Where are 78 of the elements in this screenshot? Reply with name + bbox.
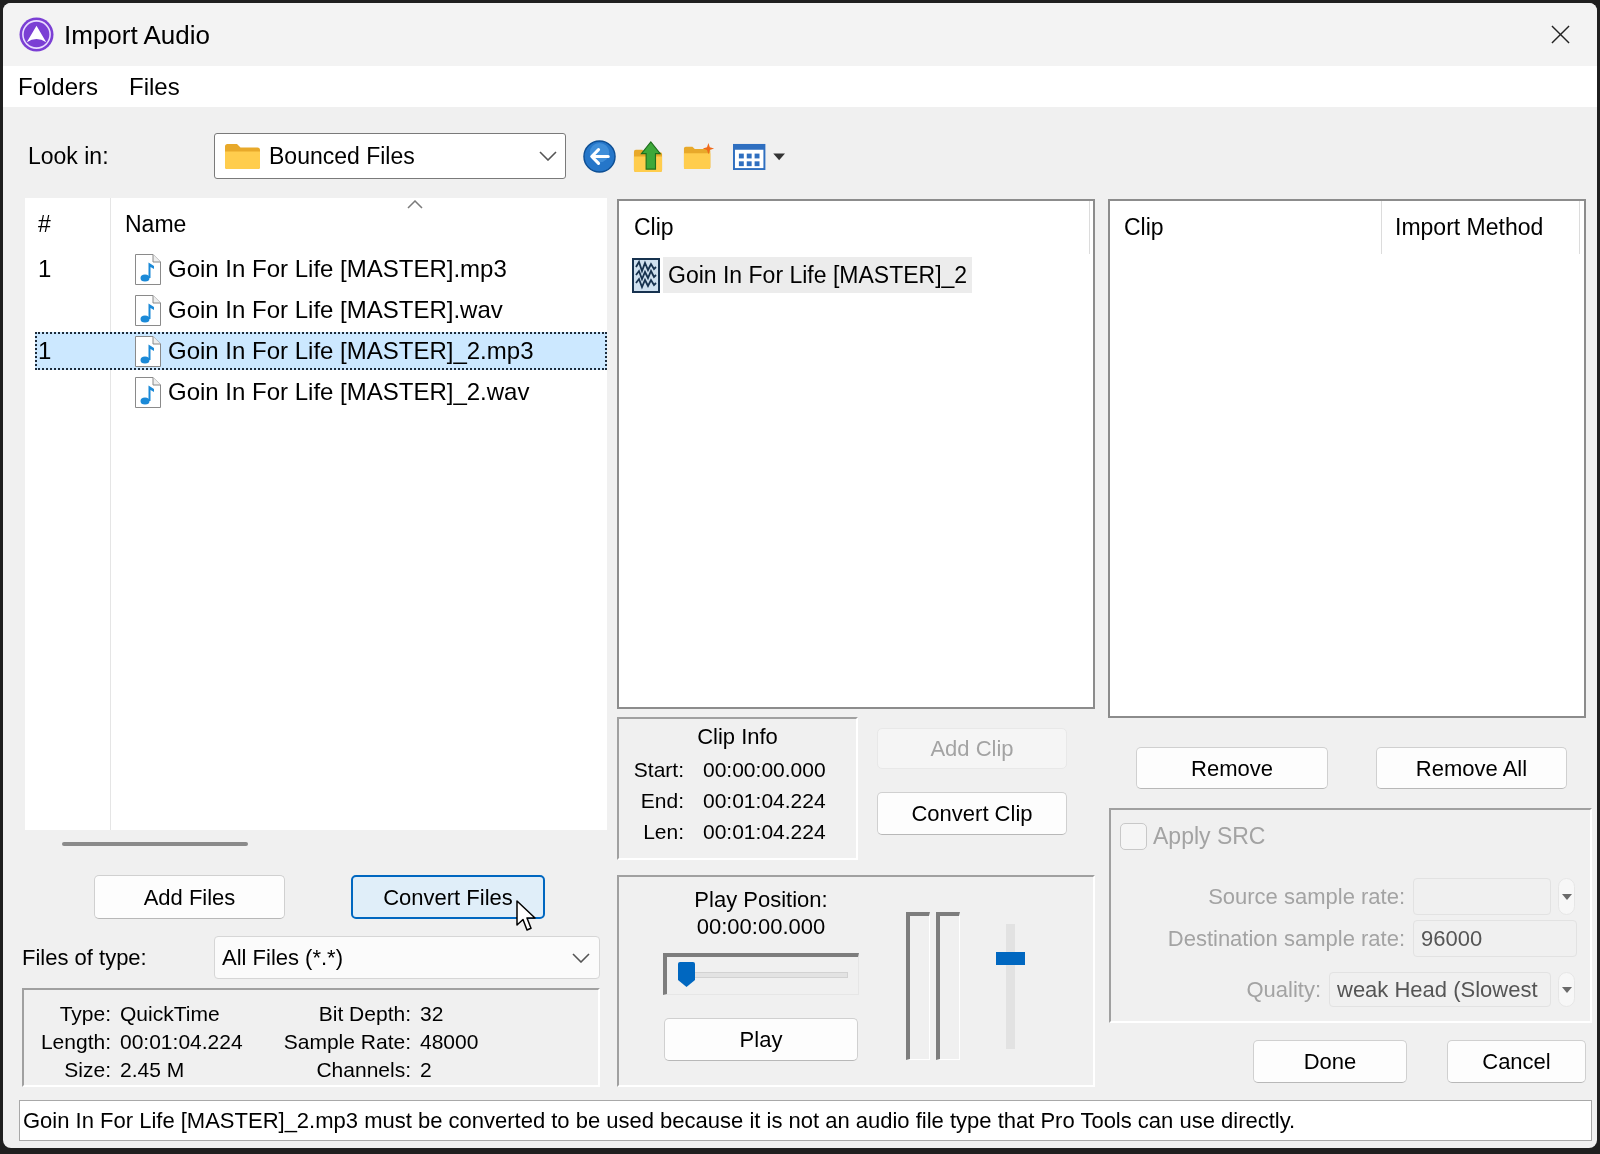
- info-label: Bit Depth:: [317, 1001, 411, 1027]
- info-value: QuickTime: [120, 1001, 221, 1027]
- menu-item[interactable]: Folders: [18, 71, 99, 102]
- field-label: Files of type:: [22, 944, 148, 972]
- info-value: 32: [420, 1001, 445, 1027]
- file-name: Goin In For Life [MASTER].wav: [168, 295, 503, 325]
- audio-file-icon: [134, 375, 162, 409]
- button[interactable]: Remove: [1136, 747, 1328, 789]
- info-label: Size:: [63, 1057, 111, 1083]
- look-in-dropdown[interactable]: Bounced Files: [214, 133, 566, 179]
- play-button[interactable]: Play: [664, 1018, 858, 1061]
- file-row[interactable]: Goin In For Life [MASTER].wav: [35, 291, 607, 329]
- folder-icon: [224, 142, 261, 170]
- slider-thumb[interactable]: [996, 952, 1025, 965]
- file-row[interactable]: 1 Goin In For Life [MASTER]_2.mp3: [35, 332, 607, 370]
- info-label: Start:: [632, 757, 684, 783]
- column-header[interactable]: Import Method: [1382, 201, 1580, 254]
- info-label: Length:: [39, 1029, 111, 1055]
- button[interactable]: Remove All: [1376, 747, 1567, 789]
- mouse-cursor-icon: [516, 900, 537, 933]
- info-label: Type:: [58, 1001, 111, 1027]
- info-value: 00:01:04.224: [703, 819, 827, 845]
- slider-thumb[interactable]: [678, 962, 695, 987]
- time-readout: 00:00:00.000: [696, 913, 826, 941]
- info-label: Channels:: [315, 1057, 411, 1083]
- button[interactable]: Add Files: [94, 875, 285, 919]
- column-header[interactable]: Clip: [1110, 201, 1382, 254]
- button[interactable]: Cancel: [1447, 1040, 1586, 1083]
- scrollbar-thumb[interactable]: [62, 842, 248, 846]
- file-row[interactable]: Goin In For Life [MASTER]_2.wav: [35, 373, 607, 411]
- waveform-clip-icon: [632, 257, 660, 293]
- field-label: Play Position:: [694, 887, 828, 913]
- audio-file-icon: [134, 252, 162, 286]
- window-title: Import Audio: [64, 18, 210, 52]
- caret-down-icon: [1561, 986, 1572, 993]
- checkbox-label: Apply SRC: [1153, 822, 1266, 852]
- status-message: Goin In For Life [MASTER]_2.mp3 must be converted to be used because it is not an audio file type that Pro Tools can use directly.: [19, 1100, 1592, 1141]
- up-folder-icon[interactable]: [633, 139, 663, 173]
- info-value: 2.45 M: [120, 1057, 186, 1083]
- file-row[interactable]: 1 Goin In For Life [MASTER].mp3: [35, 250, 607, 288]
- button[interactable]: Convert Files: [351, 875, 545, 919]
- chevron-down-icon: [572, 952, 590, 963]
- button[interactable]: Done: [1253, 1040, 1407, 1083]
- caret-down-icon: [1561, 893, 1572, 900]
- file-type-dropdown[interactable]: All Files (*.*): [214, 936, 600, 979]
- clip-name[interactable]: Goin In For Life [MASTER]_2: [663, 257, 973, 293]
- position-slider[interactable]: [663, 953, 859, 995]
- row-number: 1: [37, 254, 53, 284]
- file-name: Goin In For Life [MASTER]_2.mp3: [168, 336, 534, 366]
- field-label: Source sample rate:: [1208, 883, 1405, 911]
- chevron-down-icon: [539, 151, 557, 161]
- sort-caret-icon: [407, 200, 423, 209]
- button[interactable]: Convert Clip: [877, 792, 1067, 835]
- field-label: Look in:: [28, 141, 110, 171]
- info-value: 00:01:04.224: [120, 1029, 244, 1055]
- info-label: End:: [639, 788, 684, 814]
- row-number: 1: [37, 336, 53, 366]
- info-value: 2: [420, 1057, 433, 1083]
- field-label: Destination sample rate:: [1167, 925, 1405, 953]
- menu-item[interactable]: Files: [129, 71, 180, 102]
- file-name: Goin In For Life [MASTER]_2.wav: [168, 377, 530, 407]
- new-folder-icon[interactable]: [683, 142, 715, 170]
- info-label: Len:: [642, 819, 684, 845]
- audio-file-icon: [134, 293, 162, 327]
- info-value: 00:00:00.000: [703, 757, 827, 783]
- column-header[interactable]: Clip: [619, 201, 1090, 254]
- info-value: 48000: [420, 1029, 480, 1055]
- column-header[interactable]: #: [25, 198, 110, 250]
- audio-file-icon: [134, 334, 162, 368]
- column-header[interactable]: Name: [110, 198, 607, 250]
- info-value: 00:01:04.224: [703, 788, 827, 814]
- view-menu-icon[interactable]: [733, 142, 786, 170]
- file-name: Goin In For Life [MASTER].mp3: [168, 254, 507, 284]
- info-label: Sample Rate:: [282, 1029, 411, 1055]
- field-label: Quality:: [1246, 976, 1321, 1004]
- app-icon: [19, 17, 54, 52]
- close-icon[interactable]: [1551, 25, 1570, 44]
- panel-title: Clip Info: [697, 723, 778, 751]
